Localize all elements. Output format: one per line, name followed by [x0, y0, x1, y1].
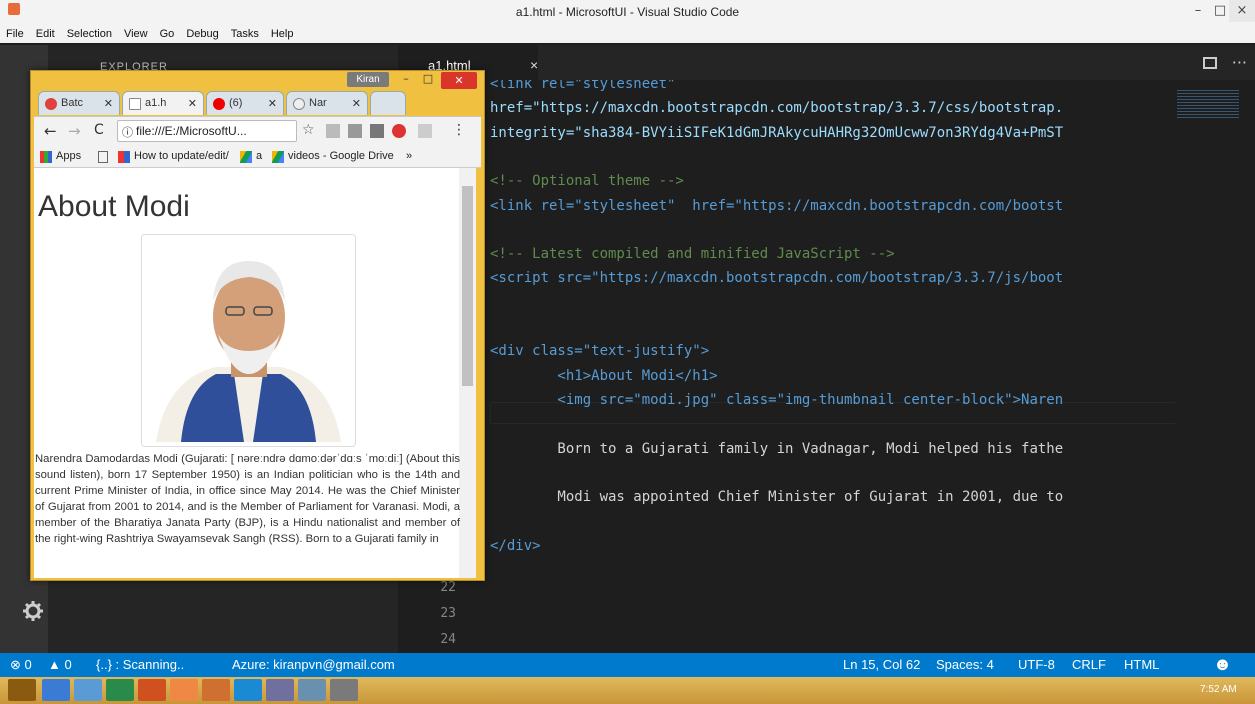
menu-edit[interactable]: Edit	[36, 28, 55, 43]
drive-icon	[272, 151, 284, 163]
menu-help[interactable]: Help	[271, 28, 294, 43]
bookmark-apps[interactable]: Apps	[56, 150, 81, 162]
adblock-icon[interactable]	[392, 124, 406, 138]
bookmark-videos-drive[interactable]: videos - Google Drive	[288, 150, 394, 162]
close-button[interactable]: ×	[1229, 0, 1255, 22]
vscode-taskbar-icon[interactable]	[202, 679, 230, 701]
chrome-menu-icon[interactable]: ⋮	[452, 122, 466, 138]
chrome-tab-a1[interactable]: a1.h ✕	[122, 91, 204, 115]
azure-account[interactable]: Azure: kiranpvn@gmail.com	[232, 657, 395, 672]
warnings-count[interactable]: ▲ 0	[48, 657, 72, 672]
scrollbar-thumb[interactable]	[462, 186, 473, 386]
info-icon: ⓘ	[122, 126, 133, 139]
status-bar: ⊗ 0 ▲ 0 {..} : Scanning.. Azure: kiranpv…	[0, 653, 1255, 677]
minimap[interactable]	[1175, 80, 1245, 653]
gear-icon[interactable]	[22, 600, 44, 622]
chrome-minimize-button[interactable]: –	[396, 72, 416, 87]
explorer-icon[interactable]	[74, 679, 102, 701]
page-icon	[98, 151, 108, 163]
code-line[interactable]: href="https://maxcdn.bootstrapcdn.com/bo…	[490, 98, 1063, 118]
line-number: 24	[440, 632, 456, 647]
chrome-tab-youtube[interactable]: (6) ✕	[206, 91, 284, 115]
line-ending[interactable]: CRLF	[1072, 657, 1106, 672]
office-icon	[118, 151, 130, 163]
menu-tasks[interactable]: Tasks	[231, 28, 259, 43]
biography-paragraph: Narendra Damodardas Modi (Gujarati: [ nə…	[35, 453, 460, 545]
more-actions-icon[interactable]: ···	[1232, 53, 1247, 72]
indentation[interactable]: Spaces: 4	[936, 657, 994, 672]
code-line[interactable]: <!-- Latest compiled and minified JavaSc…	[490, 244, 895, 264]
code-line[interactable]: Modi was appointed Chief Minister of Guj…	[490, 487, 1063, 507]
menu-file[interactable]: File	[6, 28, 24, 43]
app-taskbar-icon[interactable]	[266, 679, 294, 701]
bookmarks-bar: Apps How to update/edit/ a videos - Goog…	[34, 146, 481, 168]
address-text: file:///E:/MicrosoftU...	[136, 124, 247, 138]
code-line[interactable]: <script src="https://maxcdn.bootstrapcdn…	[490, 268, 1063, 288]
paint-icon[interactable]	[330, 679, 358, 701]
scan-status: {..} : Scanning..	[96, 657, 185, 672]
feedback-smiley-icon[interactable]: ☻	[1213, 654, 1232, 675]
bookmarks-overflow[interactable]: »	[406, 150, 412, 162]
menu-go[interactable]: Go	[160, 28, 175, 43]
chrome-tab-wikipedia[interactable]: Nar ✕	[286, 91, 368, 115]
store-icon[interactable]	[106, 679, 134, 701]
windows-taskbar: 7:52 AM	[0, 677, 1255, 704]
new-tab-button[interactable]	[370, 91, 406, 115]
menu-selection[interactable]: Selection	[67, 28, 112, 43]
reload-icon[interactable]: C	[94, 122, 104, 138]
cursor-position[interactable]: Ln 15, Col 62	[843, 657, 920, 672]
language-mode[interactable]: HTML	[1124, 657, 1159, 672]
firefox-icon[interactable]	[138, 679, 166, 701]
code-line[interactable]: <!-- Optional theme -->	[490, 171, 684, 191]
menu-view[interactable]: View	[124, 28, 148, 43]
extension-icon[interactable]	[348, 124, 362, 138]
bookmark-how-to-update[interactable]: How to update/edit/	[134, 150, 229, 162]
code-line[interactable]: Born to a Gujarati family in Vadnagar, M…	[490, 439, 1063, 459]
menu-debug[interactable]: Debug	[186, 28, 218, 43]
line-number: 22	[440, 580, 456, 595]
extension-icon[interactable]	[370, 124, 384, 138]
title-bar: a1.html - MicrosoftUI - Visual Studio Co…	[0, 0, 1255, 30]
clock[interactable]: 7:52 AM	[1200, 684, 1237, 695]
chrome-maximize-button[interactable]: □	[418, 72, 438, 87]
ie-icon[interactable]	[42, 679, 70, 701]
code-line[interactable]: <link rel="stylesheet"	[490, 80, 675, 94]
chrome-tab-batch[interactable]: Batc ✕	[38, 91, 120, 115]
code-line[interactable]: <link rel="stylesheet" href="https://max…	[490, 196, 1063, 216]
menu-bar: File Edit Selection View Go Debug Tasks …	[0, 28, 1255, 43]
bookmark-star-icon[interactable]: ☆	[302, 122, 315, 138]
split-editor-icon[interactable]	[1203, 57, 1217, 69]
chrome-tab-strip: Batc ✕ a1.h ✕ (6) ✕ Nar ✕	[34, 88, 484, 116]
back-icon[interactable]: ←	[44, 122, 57, 140]
extension-icon[interactable]	[418, 124, 432, 138]
start-button-icon[interactable]	[8, 679, 36, 701]
close-tab-icon[interactable]: ×	[530, 57, 538, 73]
profile-badge[interactable]: Kiran	[347, 72, 389, 87]
bookmark-a[interactable]: a	[256, 150, 262, 162]
code-editor[interactable]: <link rel="stylesheet" href="https://maxc…	[490, 80, 1180, 653]
errors-count[interactable]: ⊗ 0	[10, 657, 32, 673]
chrome-taskbar-icon[interactable]	[170, 679, 198, 701]
address-bar[interactable]: ⓘ file:///E:/MicrosoftU...	[117, 120, 297, 142]
drive-icon	[240, 151, 252, 163]
code-line[interactable]: <div class="text-justify">	[490, 341, 709, 361]
modi-photo	[141, 234, 356, 447]
line-number: 23	[440, 606, 456, 621]
page-heading: About Modi	[38, 190, 190, 223]
code-line[interactable]: <img src="modi.jpg" class="img-thumbnail…	[490, 390, 1063, 410]
code-line[interactable]: </div>	[490, 536, 541, 556]
chrome-close-button[interactable]: ✕	[441, 72, 477, 89]
extension-icon[interactable]	[326, 124, 340, 138]
forward-icon[interactable]: →	[68, 122, 81, 140]
code-line[interactable]: integrity="sha384-BVYiiSIFeK1dGmJRAkycuH…	[490, 123, 1063, 143]
code-line[interactable]: <h1>About Modi</h1>	[490, 366, 717, 386]
apps-grid-icon	[40, 151, 52, 163]
skype-icon[interactable]	[234, 679, 262, 701]
encoding[interactable]: UTF-8	[1018, 657, 1055, 672]
window-title: a1.html - MicrosoftUI - Visual Studio Co…	[515, 5, 740, 19]
notepad-icon[interactable]	[298, 679, 326, 701]
